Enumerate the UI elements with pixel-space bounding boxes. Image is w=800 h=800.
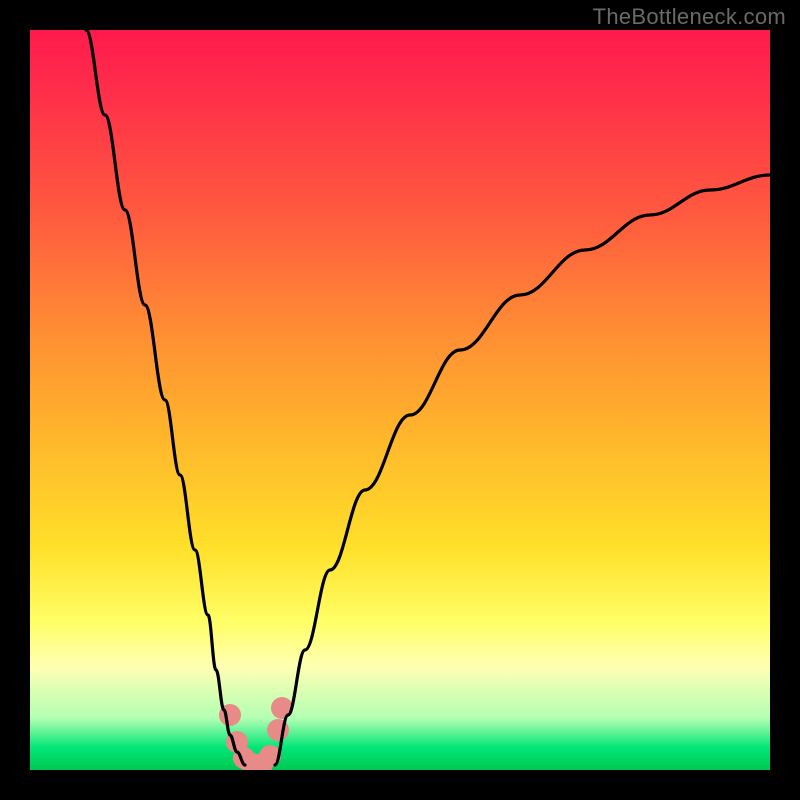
- curve-right-branch: [275, 175, 770, 765]
- curve-left-branch: [86, 30, 245, 765]
- chart-frame: TheBottleneck.com: [0, 0, 800, 800]
- watermark-text: TheBottleneck.com: [593, 4, 786, 30]
- curve-svg: [30, 30, 770, 770]
- plot-area: [30, 30, 770, 770]
